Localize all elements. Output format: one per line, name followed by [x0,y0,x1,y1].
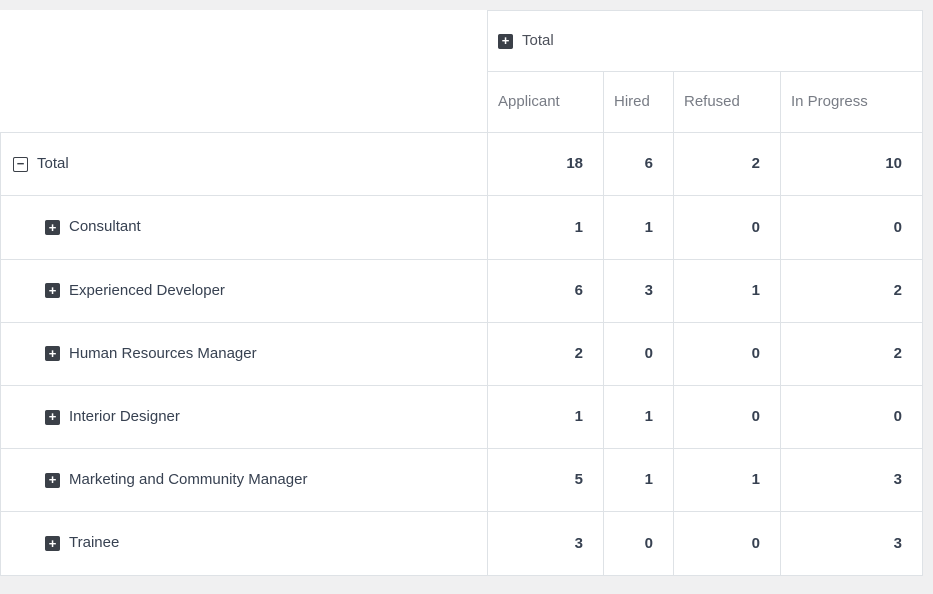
pivot-value-cell[interactable]: 1 [488,386,604,449]
measure-header-hired[interactable]: Hired [604,72,674,133]
row-header-label: Total [37,155,69,173]
pivot-value-cell[interactable]: 1 [604,196,674,259]
pivot-value-cell[interactable]: 1 [488,196,604,259]
pivot-body: −Total186210+Consultant1100+Experienced … [1,133,923,575]
pivot-row: + Experienced Developer 6312 [1,259,923,322]
pivot-value-cell[interactable]: 1 [604,386,674,449]
pivot-value-cell[interactable]: 0 [781,386,923,449]
pivot-value-cell[interactable]: 18 [488,133,604,196]
column-group-header-total[interactable]: + Total [488,11,923,72]
pivot-view: + Total Applicant Hired Refused In Progr… [0,0,933,590]
pivot-value-cell[interactable]: 0 [604,322,674,385]
row-header-interior-designer[interactable]: + Interior Designer [1,386,488,449]
pivot-value-cell[interactable]: 2 [781,322,923,385]
expand-row-icon[interactable]: + [45,220,60,235]
column-group-row: + Total [1,11,923,72]
measure-header-refused[interactable]: Refused [674,72,781,133]
row-header-consultant[interactable]: + Consultant [1,196,488,259]
pivot-value-cell[interactable]: 1 [674,259,781,322]
pivot-value-cell[interactable]: 3 [781,512,923,575]
expand-row-icon[interactable]: + [45,410,60,425]
row-header-label: Consultant [69,218,141,236]
row-header-human-resources-manager[interactable]: + Human Resources Manager [1,322,488,385]
pivot-value-cell[interactable]: 5 [488,449,604,512]
pivot-value-cell[interactable]: 3 [781,449,923,512]
pivot-value-cell[interactable]: 6 [488,259,604,322]
row-header-label: Interior Designer [69,408,180,426]
row-header-experienced-developer[interactable]: + Experienced Developer [1,259,488,322]
pivot-row: +Human Resources Manager2002 [1,322,923,385]
expand-column-icon[interactable]: + [498,34,513,49]
expand-row-icon[interactable]: + [45,346,60,361]
expand-row-icon[interactable]: + [45,283,60,298]
pivot-value-cell[interactable]: 1 [674,449,781,512]
row-header-marketing-and-community-manager[interactable]: + Marketing and Community Manager [1,449,488,512]
pivot-value-cell[interactable]: 0 [674,386,781,449]
pivot-value-cell[interactable]: 3 [604,259,674,322]
pivot-row: +Marketing and Community Manager5113 [1,449,923,512]
collapse-row-icon[interactable]: − [13,157,28,172]
row-header-total[interactable]: −Total [1,133,488,196]
pivot-corner-cell [1,11,488,133]
pivot-value-cell[interactable]: 0 [674,512,781,575]
expand-row-icon[interactable]: + [45,536,60,551]
pivot-row: +Interior Designer1100 [1,386,923,449]
row-header-label: Trainee [69,534,119,552]
pivot-value-cell[interactable]: 0 [674,196,781,259]
pivot-value-cell[interactable]: 3 [488,512,604,575]
expand-row-icon[interactable]: + [45,473,60,488]
pivot-row: +Consultant1100 [1,196,923,259]
pivot-value-cell[interactable]: 2 [674,133,781,196]
measure-header-applicant[interactable]: Applicant [488,72,604,133]
pivot-value-cell[interactable]: 6 [604,133,674,196]
pivot-value-cell[interactable]: 0 [604,512,674,575]
pivot-value-cell[interactable]: 1 [604,449,674,512]
pivot-row: +Trainee3003 [1,512,923,575]
measure-header-in-progress[interactable]: In Progress [781,72,923,133]
row-header-trainee[interactable]: + Trainee [1,512,488,575]
pivot-value-cell[interactable]: 0 [781,196,923,259]
pivot-value-cell[interactable]: 10 [781,133,923,196]
pivot-row: −Total186210 [1,133,923,196]
row-header-label: Experienced Developer [69,282,225,300]
pivot-value-cell[interactable]: 0 [674,322,781,385]
row-header-label: Marketing and Community Manager [69,471,307,489]
pivot-value-cell[interactable]: 2 [781,259,923,322]
column-group-label: Total [522,32,554,50]
row-header-label: Human Resources Manager [69,345,257,363]
pivot-value-cell[interactable]: 2 [488,322,604,385]
pivot-table: + Total Applicant Hired Refused In Progr… [0,10,923,576]
